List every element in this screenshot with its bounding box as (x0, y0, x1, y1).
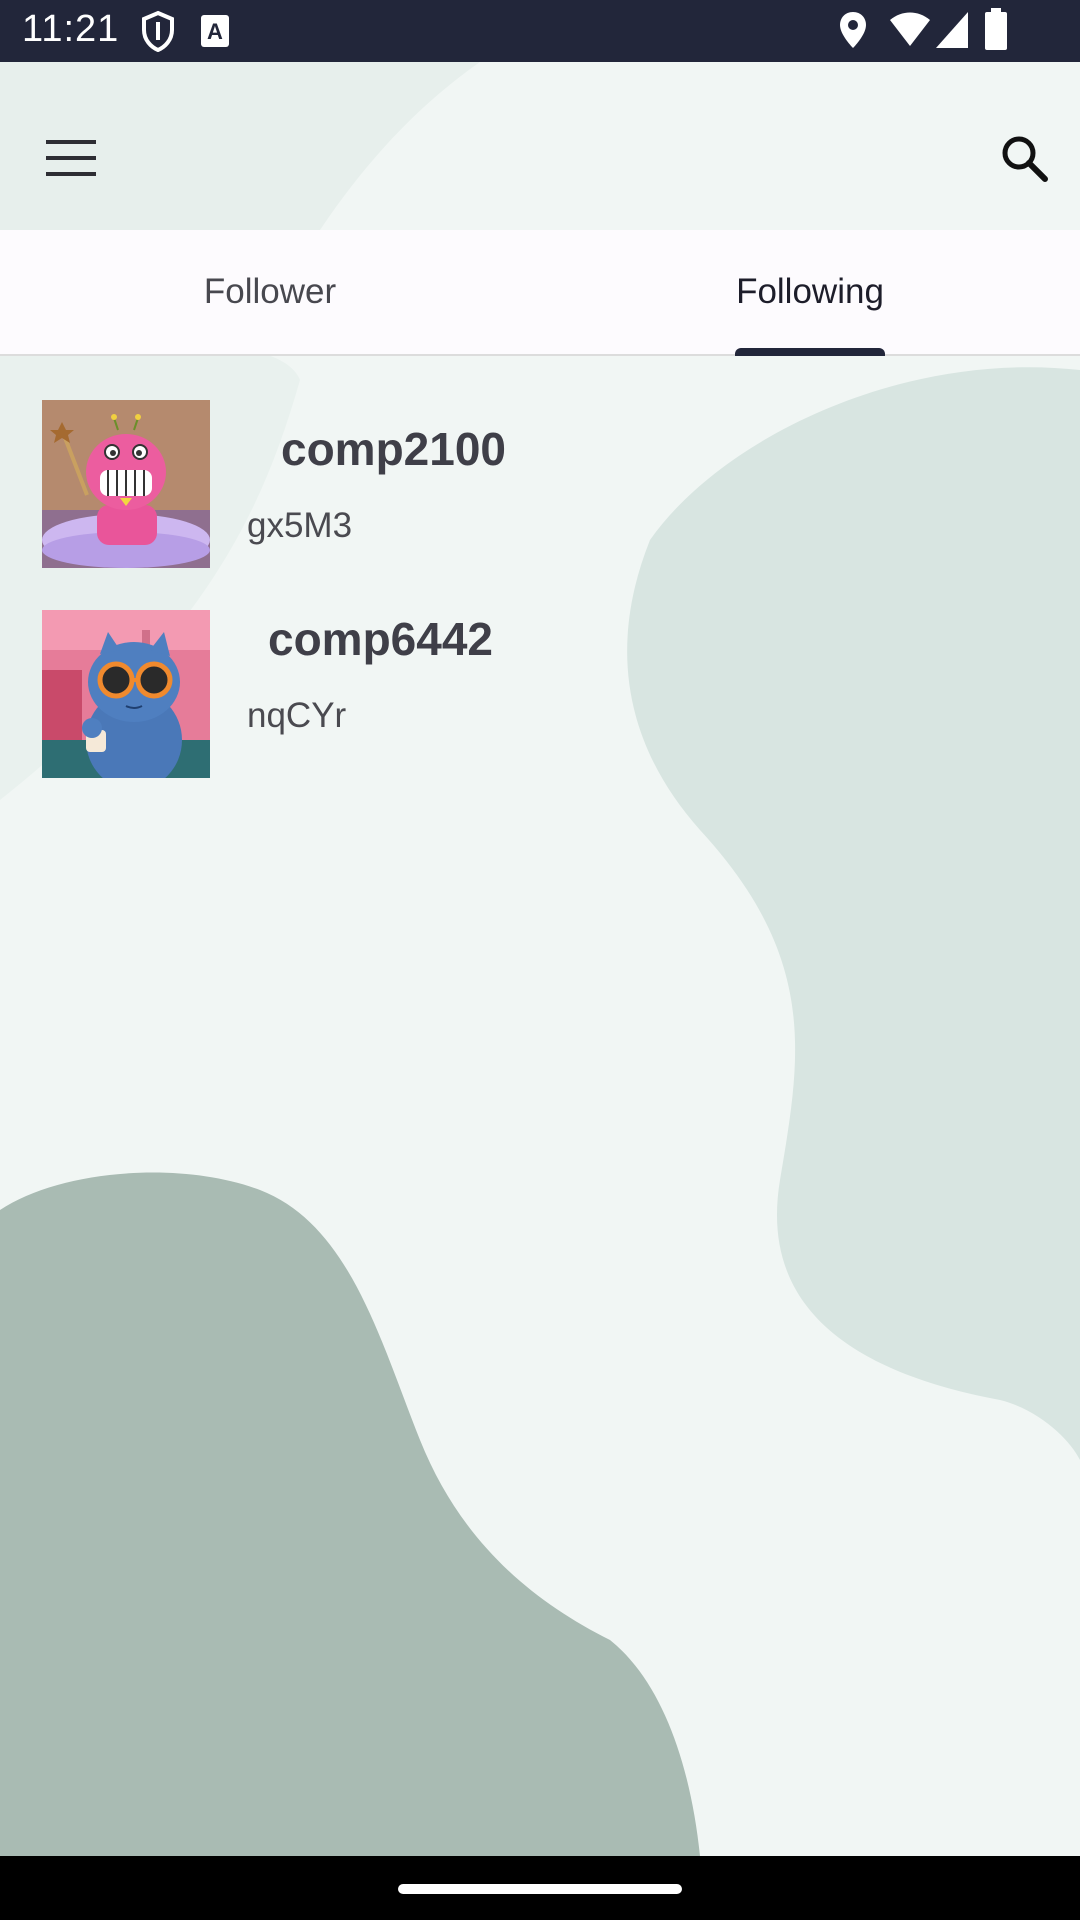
home-gesture-handle[interactable] (398, 1884, 682, 1894)
blue-cat-sunglasses-avatar-icon (42, 610, 210, 778)
user-name: comp6442 (268, 613, 494, 665)
tab-following[interactable]: Following (540, 230, 1080, 354)
navigation-bar (0, 1856, 1080, 1920)
tab-bar: Follower Following (0, 230, 1080, 356)
location-icon (838, 10, 868, 55)
tab-indicator (735, 348, 885, 356)
user-name: comp2100 (281, 423, 507, 475)
status-bar: 11:21 A (0, 0, 1080, 62)
app-bar (0, 62, 1080, 230)
following-list: comp2100 gx5M3 comp6442 nqCYr (0, 380, 1080, 800)
shield-icon (140, 10, 176, 57)
user-handle: gx5M3 (247, 506, 353, 545)
list-item[interactable]: comp6442 nqCYr (0, 590, 1080, 800)
tab-follower[interactable]: Follower (0, 230, 540, 354)
battery-icon (984, 8, 1008, 57)
search-button[interactable] (984, 118, 1064, 198)
status-time: 11:21 (22, 8, 120, 50)
avatar (42, 400, 210, 568)
text-a-icon: A (200, 14, 230, 53)
search-icon (1002, 136, 1048, 182)
list-item[interactable]: comp2100 gx5M3 (0, 380, 1080, 590)
signal-icon (934, 10, 970, 55)
hamburger-menu-icon (46, 140, 96, 176)
svg-text:A: A (207, 19, 223, 44)
menu-button[interactable] (32, 118, 112, 198)
wifi-icon (888, 10, 932, 55)
bottom-dark-blob (0, 1172, 700, 1856)
avatar (42, 610, 210, 778)
pink-cartoon-avatar-icon (42, 400, 210, 568)
user-handle: nqCYr (247, 696, 347, 735)
